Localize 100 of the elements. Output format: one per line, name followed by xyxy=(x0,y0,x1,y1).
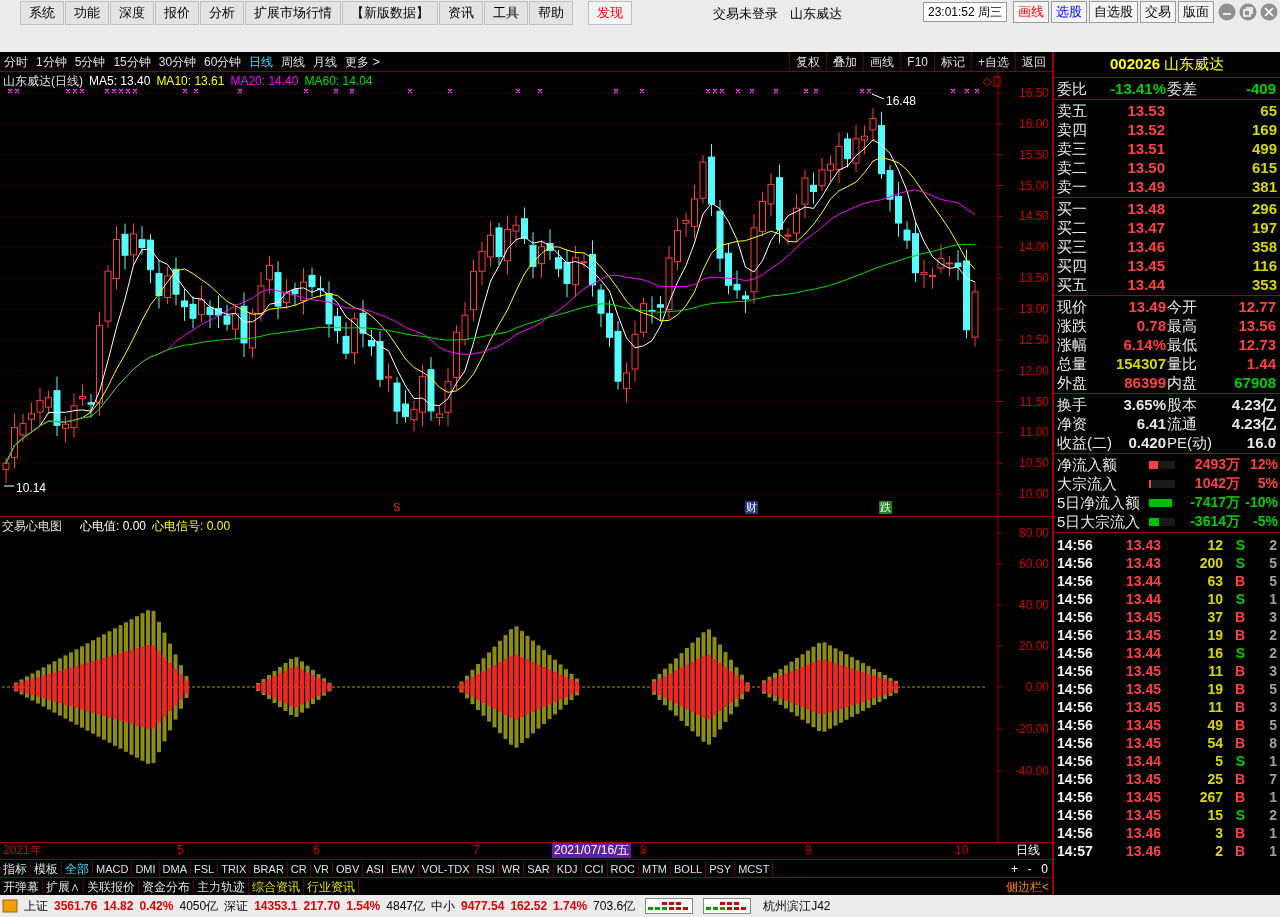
ma-legend: MA60: 14.04 xyxy=(304,74,373,88)
chart-tool-button[interactable]: 画线 xyxy=(863,52,901,71)
indicator-tab[interactable]: FSL xyxy=(191,860,219,877)
trade-count: 3 xyxy=(1268,662,1277,680)
panel-link[interactable]: 主力轨迹 xyxy=(194,878,249,895)
trade-price: 13.43 xyxy=(1124,554,1161,572)
zoom-button[interactable]: 0 xyxy=(1037,860,1052,877)
period-tab[interactable]: 日线 xyxy=(245,52,278,71)
indicator-tab[interactable]: MTM xyxy=(639,860,672,877)
indicator-tab[interactable]: 全部 xyxy=(62,860,93,877)
indicator-tab[interactable]: WR xyxy=(498,860,525,877)
period-tab[interactable]: 30分钟 xyxy=(154,52,201,71)
panel-link[interactable]: 扩展∧ xyxy=(43,878,84,895)
panel-link[interactable]: 关联报价 xyxy=(84,878,139,895)
indicator-tab[interactable]: MCST xyxy=(735,860,774,877)
indicator-tab[interactable]: RSI xyxy=(473,860,499,877)
axis-label: 0.00 xyxy=(1025,680,1049,694)
indicator-tab[interactable]: DMA xyxy=(159,860,191,877)
field-value: 1.44 xyxy=(1246,354,1276,373)
menu-item[interactable]: 分析 xyxy=(200,1,244,25)
indicator-tab[interactable]: BRAR xyxy=(250,860,288,877)
period-tab[interactable]: 5分钟 xyxy=(70,52,110,71)
menu-item[interactable]: 功能 xyxy=(65,1,109,25)
panel-link[interactable]: 资金分布 xyxy=(139,878,194,895)
indicator-tab[interactable]: KDJ xyxy=(553,860,582,877)
period-tab[interactable]: 分时 xyxy=(0,52,32,71)
trade-volume: 25 xyxy=(1206,770,1223,788)
axis-label: 14.50 xyxy=(1018,209,1049,224)
event-mark[interactable]: 财 xyxy=(745,501,758,514)
indicator-tab[interactable]: DMI xyxy=(132,860,160,877)
zoom-button[interactable]: + xyxy=(1007,860,1022,877)
indicator-tab[interactable]: ROC xyxy=(607,860,639,877)
period-tab[interactable]: 1分钟 xyxy=(32,52,71,71)
indicator-tab[interactable]: 模板 xyxy=(31,860,62,877)
chart-tool-button[interactable]: 标记 xyxy=(934,52,971,71)
event-mark[interactable]: S xyxy=(392,501,402,514)
order-volume: 296 xyxy=(1250,199,1277,218)
chart-tool-button[interactable]: +自选 xyxy=(971,52,1015,71)
toolbar-button[interactable]: 交易 xyxy=(1140,1,1176,23)
toolbar-button[interactable]: 自选股 xyxy=(1089,1,1138,23)
indicator-tab[interactable]: PSY xyxy=(706,860,736,877)
menu-item[interactable]: 深度 xyxy=(110,1,154,25)
date-cursor-label: 2021/07/16/五 xyxy=(552,843,632,858)
indicator-tab[interactable]: ASI xyxy=(363,860,388,877)
panel-link[interactable]: 行业资讯 xyxy=(304,878,359,895)
order-price: 13.49 xyxy=(1126,177,1165,196)
period-tab[interactable]: 周线 xyxy=(277,52,310,71)
chart-tool-button[interactable]: 返回 xyxy=(1015,52,1052,71)
trade-volume: 49 xyxy=(1206,716,1223,734)
indicator-tab[interactable]: BOLL xyxy=(671,860,707,877)
diamond-icon[interactable] xyxy=(982,77,992,87)
restore-icon[interactable] xyxy=(1239,3,1257,21)
menu-item[interactable]: 发现 xyxy=(588,1,632,25)
axis-label: 40.00 xyxy=(1018,598,1049,612)
menu-item[interactable]: 工具 xyxy=(484,1,528,25)
menu-item[interactable]: 扩展市场行情 xyxy=(245,1,341,25)
event-mark[interactable]: 跌 xyxy=(879,501,892,514)
axis-label: 16.00 xyxy=(1018,116,1049,131)
period-tab[interactable]: 更多 > xyxy=(341,52,384,71)
indicator-tab[interactable]: SAR xyxy=(524,860,554,877)
indicator-tab[interactable]: MACD xyxy=(93,860,133,877)
chart-tool-button[interactable]: F10 xyxy=(900,52,934,71)
toolbar-button[interactable]: 画线 xyxy=(1013,1,1049,23)
square-icon[interactable] xyxy=(993,76,1001,87)
zoom-button[interactable]: - xyxy=(1022,860,1037,877)
indicator-tab[interactable]: CCI xyxy=(581,860,608,877)
indicator-tab[interactable]: VR xyxy=(310,860,333,877)
minimize-icon[interactable] xyxy=(1218,3,1236,21)
indicator-tab[interactable]: VOL-TDX xyxy=(418,860,474,877)
trade-price: 13.45 xyxy=(1124,608,1161,626)
indicator-value: 心电信号: 0.00 xyxy=(152,519,231,533)
menu-item[interactable]: 帮助 xyxy=(529,1,573,25)
axis-label: 16.50 xyxy=(1018,86,1049,100)
close-icon[interactable] xyxy=(1260,3,1278,21)
indicator-tab[interactable]: TRIX xyxy=(218,860,251,877)
indicator-tab[interactable]: CR xyxy=(287,860,311,877)
toolbar-button[interactable]: 版面 xyxy=(1178,1,1214,23)
sidebar-toggle[interactable]: 侧边栏< xyxy=(1003,878,1052,895)
period-tab[interactable]: 15分钟 xyxy=(109,52,155,71)
panel-link[interactable]: 综合资讯 xyxy=(249,878,304,895)
indicator-tab[interactable]: OBV xyxy=(333,860,364,877)
indicator-tab[interactable]: EMV xyxy=(387,860,419,877)
trade-price: 13.44 xyxy=(1124,572,1161,590)
panel-link[interactable]: 开弹幕 xyxy=(0,878,43,895)
chart-tool-button[interactable]: 叠加 xyxy=(826,52,864,71)
period-tab[interactable]: 60分钟 xyxy=(200,52,246,71)
trade-time: 14:56 xyxy=(1057,590,1094,608)
period-label: 日线 xyxy=(1016,843,1040,858)
menu-item[interactable]: 资讯 xyxy=(439,1,483,25)
chart-tool-button[interactable]: 复权 xyxy=(789,52,827,71)
menu-item[interactable]: 系统 xyxy=(20,1,64,25)
period-tab[interactable]: 月线 xyxy=(309,52,342,71)
trade-side: B xyxy=(1233,788,1245,806)
flow-percent: 5% xyxy=(1256,474,1278,493)
toolbar-button[interactable]: 选股 xyxy=(1051,1,1087,23)
indicator-tab[interactable]: 指标 xyxy=(0,860,31,877)
menu-item[interactable]: 【新版数据】 xyxy=(342,1,438,25)
menu-item[interactable]: 报价 xyxy=(155,1,199,25)
app-icon[interactable] xyxy=(2,898,18,914)
trade-count: 7 xyxy=(1268,770,1277,788)
